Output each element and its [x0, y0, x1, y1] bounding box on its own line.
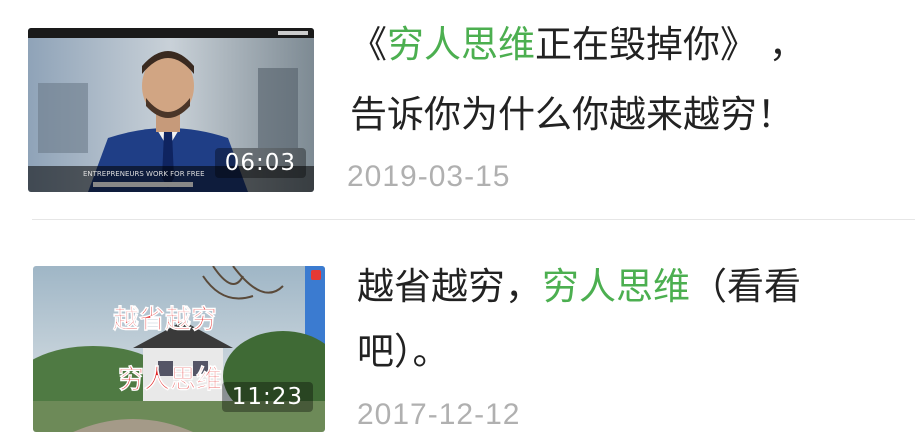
- video-title-line-1[interactable]: 越省越穷，穷人思维（看看: [357, 262, 801, 312]
- thumb-overlay-text-bottom: 穷人思维: [118, 364, 222, 395]
- publish-date: 2019-03-15: [347, 160, 511, 193]
- title-keyword-highlight[interactable]: 穷人思维: [387, 23, 535, 66]
- title-open: 越省越穷，: [357, 265, 542, 308]
- video-thumbnail-1[interactable]: ENTREPRENEURS WORK FOR FREE 06:03: [28, 28, 314, 192]
- publish-date: 2017-12-12: [357, 398, 521, 431]
- video-title-line-1[interactable]: 《穷人思维正在毁掉你》 ，: [350, 20, 806, 70]
- thumb-overlay-text-top: 越省越穷: [113, 304, 217, 335]
- video-title-line-2[interactable]: 吧）。: [357, 327, 450, 377]
- video-list-item-1[interactable]: ENTREPRENEURS WORK FOR FREE 06:03 《穷人思维正…: [0, 0, 915, 218]
- title-rest: 正在毁掉你》 ，: [535, 23, 806, 66]
- video-thumbnail-2[interactable]: 越省越穷 穷人思维 11:23: [33, 266, 325, 432]
- video-duration-badge: 11:23: [221, 382, 313, 412]
- thumb-caption: ENTREPRENEURS WORK FOR FREE: [83, 170, 205, 178]
- title-open: 《: [350, 23, 387, 66]
- video-title-line-2[interactable]: 告诉你为什么你越来越穷！: [350, 90, 794, 140]
- video-duration-badge: 06:03: [214, 148, 306, 178]
- title-rest: （看看: [690, 265, 801, 308]
- title-keyword-highlight[interactable]: 穷人思维: [542, 265, 690, 308]
